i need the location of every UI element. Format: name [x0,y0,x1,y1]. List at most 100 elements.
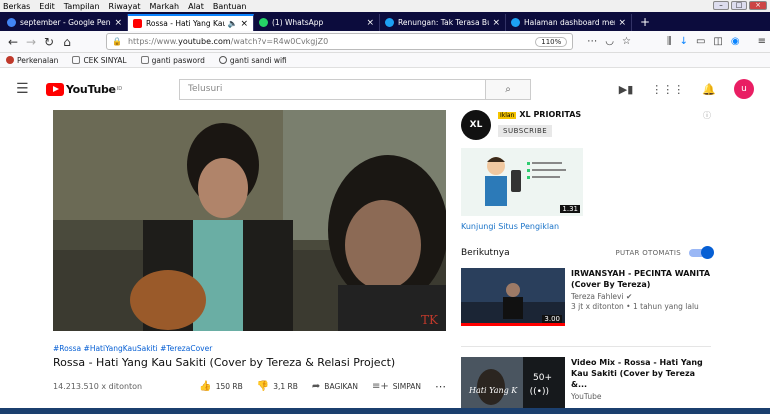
mix-thumbnail[interactable]: Hati Yang K 50+ ((•)) [461,357,565,414]
lock-icon: 🔒 [112,37,122,46]
tab-label: Renungan: Tak Terasa Bulan S [398,18,489,27]
os-taskbar [0,408,770,414]
advertiser-logo[interactable]: XL [461,110,491,140]
back-icon[interactable]: ← [4,35,22,49]
pocket-icon[interactable]: ◡ [605,36,614,47]
whatsapp-icon [259,18,268,27]
tab-whatsapp[interactable]: (1) WhatsApp × [254,14,380,31]
menu-alat[interactable]: Alat [188,2,204,11]
thumbs-up-icon: 👍 [199,381,212,392]
tab-google[interactable]: september - Google Penelusur × [2,14,128,31]
main-content: TK #Rossa #HatiYangKauSakiti #TerezaCove… [0,110,770,414]
sidebar-icon[interactable]: ▭ [696,36,705,47]
ad-thumbnail[interactable]: 1.31 [461,148,583,216]
menu-markah[interactable]: Markah [150,2,180,11]
bookmark-perkenalan[interactable]: Perkenalan [6,56,58,65]
url-bar[interactable]: 🔒 https://www. youtube.com/watch?v=R4w0Cv… [106,33,574,50]
share-button[interactable]: ➦ BAGIKAN [312,381,358,392]
site-icon [385,18,394,27]
bookmark-ganti-pasword[interactable]: ganti pasword [140,56,205,65]
tab-youtube[interactable]: Rossa - Hati Yang Kau Sakiti 🔈 × [128,14,254,31]
video-title: Rossa - Hati Yang Kau Sakiti (Cover by T… [53,356,396,369]
url-host: youtube.com [178,37,231,46]
close-icon[interactable]: × [114,18,122,28]
close-icon[interactable]: × [492,18,500,28]
close-window-button[interactable]: × [749,1,767,10]
recommended-video[interactable]: 3.00 IRWANSYAH - PECINTA WANITA (Cover B… [461,268,711,326]
notifications-bell-icon[interactable]: 🔔 [702,83,716,96]
tab-dashboard[interactable]: Halaman dashboard menulis × [506,14,632,31]
recommended-mix[interactable]: Hati Yang K 50+ ((•)) Video Mix - Rossa … [461,357,711,414]
video-hashtags[interactable]: #Rossa #HatiYangKauSakiti #TerezaCover [53,344,446,353]
google-icon [7,18,16,27]
video-info: IRWANSYAH - PECINTA WANITA (Cover By Ter… [571,268,711,326]
close-icon[interactable]: × [618,18,626,28]
forward-icon[interactable]: → [22,35,40,49]
menu-berkas[interactable]: Berkas [3,2,30,11]
reload-icon[interactable]: ↻ [40,35,58,49]
home-icon[interactable]: ⌂ [58,35,76,49]
menu-icon[interactable]: ≡ [758,36,766,47]
maximize-button[interactable]: □ [731,1,747,10]
search-input[interactable]: Telusuri [180,80,485,99]
speaker-icon[interactable]: 🔈 [227,19,237,28]
autoplay-label: PUTAR OTOMATIS [615,249,681,257]
menu-tampilan[interactable]: Tampilan [64,2,100,11]
share-label: BAGIKAN [324,382,358,391]
search-button[interactable]: ⌕ [485,79,531,99]
more-icon[interactable]: ⋯ [587,36,597,47]
advertiser-name[interactable]: XL PRIORITAS [519,110,581,119]
new-tab-button[interactable]: + [632,15,658,29]
view-count: 14.213.510 x ditonton [53,382,143,391]
logo-text: YouTube [66,82,116,96]
video-title: Video Mix - Rossa - Hati Yang Kau Sakiti… [571,358,703,389]
play-logo-icon [46,82,64,96]
bookmark-label: Perkenalan [17,55,59,65]
close-icon[interactable]: × [240,19,248,29]
subscribe-button[interactable]: SUBSCRIBE [498,125,553,137]
mix-count: 50+ [533,373,552,383]
extension-icon[interactable]: ◉ [731,36,740,47]
url-prefix: https://www. [127,37,179,46]
bookmark-ganti-sandi[interactable]: ganti sandi wifi [218,55,287,65]
avatar[interactable]: u [734,79,754,99]
more-actions-button[interactable]: ⋯ [435,380,446,393]
menu-edit[interactable]: Edit [39,2,55,11]
save-button[interactable]: ≡+ SIMPAN [372,381,421,392]
advertiser-site-link[interactable]: Kunjungi Situs Pengiklan [461,222,711,231]
minimize-button[interactable]: – [713,1,729,10]
video-stats-row: 14.213.510 x ditonton 👍 150 RB 👎 3,1 RB ➦ B… [53,380,446,393]
like-button[interactable]: 👍 150 RB [199,381,243,392]
dislike-button[interactable]: 👎 3,1 RB [257,381,298,392]
thumbnail-image: Hati Yang K [461,357,565,414]
screenshot-icon[interactable]: ◫ [713,36,722,47]
video-duration: 3.00 [542,315,562,323]
tab-label: Rossa - Hati Yang Kau Sakiti [146,19,225,28]
download-icon[interactable]: ↓ [680,36,688,47]
bookmark-label: ganti sandi wifi [229,55,287,65]
youtube-logo[interactable]: YouTube ID [46,82,122,96]
hamburger-icon[interactable]: ☰ [16,81,40,97]
close-icon[interactable]: × [366,18,374,28]
search-icon: ⌕ [505,83,511,95]
library-icon[interactable]: ⫼ [667,36,672,47]
menu-riwayat[interactable]: Riwayat [109,2,141,11]
tab-label: (1) WhatsApp [272,18,324,27]
video-thumbnail[interactable]: 3.00 [461,268,565,326]
autoplay-toggle[interactable] [689,246,714,259]
zoom-indicator[interactable]: 110% [535,36,568,47]
star-icon[interactable]: ☆ [622,36,631,47]
page-icon [140,56,149,64]
menu-bantuan[interactable]: Bantuan [213,2,247,11]
tab-renungan[interactable]: Renungan: Tak Terasa Bulan S × [380,14,506,31]
secondary-column: XL Iklan XL PRIORITAS SUBSCRIBE ⓘ 1.31 Ku… [461,110,714,414]
bookmark-icon [6,56,14,64]
create-video-icon[interactable]: ▶▮ [619,83,634,96]
video-player[interactable]: TK [53,110,446,331]
video-frame: TK [53,110,446,331]
header-icons: ▶▮ ⋮⋮⋮ 🔔 u [619,79,754,99]
bookmark-cek-sinyal[interactable]: CEK SINYAL [72,56,127,65]
divider [461,346,711,347]
info-icon[interactable]: ⓘ [703,110,711,121]
apps-grid-icon[interactable]: ⋮⋮⋮ [651,83,684,96]
